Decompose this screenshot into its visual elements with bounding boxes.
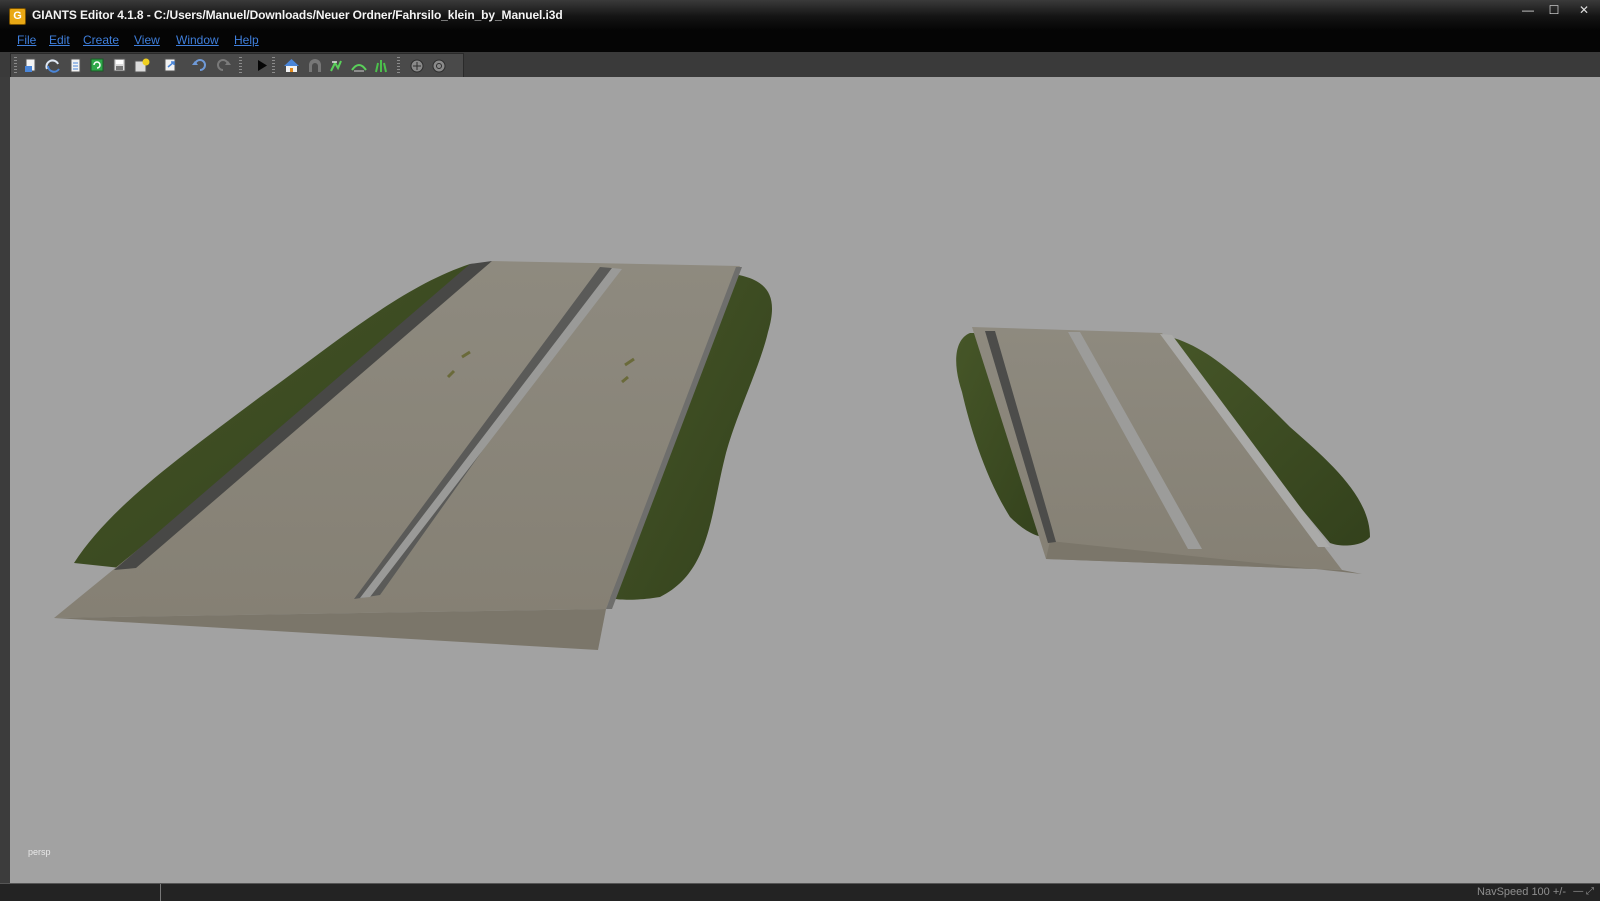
- redo-icon[interactable]: [214, 57, 231, 74]
- viewport-left-border: [0, 77, 10, 883]
- minimize-button[interactable]: —: [1516, 3, 1540, 18]
- giants-app-icon: G: [9, 8, 26, 25]
- menu-bar: File Edit Create View Window Help: [0, 30, 1600, 52]
- menu-window[interactable]: Window: [176, 33, 219, 47]
- export-icon[interactable]: [162, 57, 179, 74]
- reload-icon[interactable]: [89, 57, 106, 74]
- document-icon[interactable]: [67, 57, 84, 74]
- open-file-icon[interactable]: [44, 57, 61, 74]
- resize-grip-icon[interactable]: — ⤢: [1573, 886, 1594, 897]
- menu-file[interactable]: File: [17, 33, 36, 47]
- menu-edit[interactable]: Edit: [49, 33, 70, 47]
- terrain-smooth-icon[interactable]: [350, 57, 367, 74]
- save-icon[interactable]: [111, 57, 128, 74]
- window-title: GIANTS Editor 4.1.8 - C:/Users/Manuel/Do…: [32, 8, 563, 22]
- close-button[interactable]: ✕: [1572, 3, 1596, 18]
- maximize-button[interactable]: ☐: [1542, 3, 1566, 18]
- home-icon[interactable]: [283, 57, 300, 74]
- terrain-paint-icon[interactable]: [328, 57, 345, 74]
- camera-label: persp: [28, 847, 51, 857]
- toolbar-grip[interactable]: [14, 57, 17, 74]
- scene-render: [54, 261, 1370, 650]
- gizmo-translate-icon[interactable]: [408, 57, 425, 74]
- gizmo-rotate-icon[interactable]: [430, 57, 447, 74]
- navspeed-readout: NavSpeed 100 +/-: [1477, 886, 1566, 898]
- close-icon: ✕: [1578, 3, 1590, 17]
- status-bar: NavSpeed 100 +/- — ⤢: [0, 883, 1600, 901]
- toolbar-separator: [397, 57, 400, 74]
- menu-help[interactable]: Help: [234, 33, 259, 47]
- small-silo-model: [956, 327, 1370, 574]
- foliage-paint-icon[interactable]: [372, 57, 389, 74]
- new-file-icon[interactable]: [22, 57, 39, 74]
- toolbar: [0, 52, 1600, 78]
- save-as-icon[interactable]: [133, 57, 150, 74]
- undo-icon[interactable]: [191, 57, 208, 74]
- title-bar: G GIANTS Editor 4.1.8 - C:/Users/Manuel/…: [0, 0, 1600, 30]
- toolbar-separator: [239, 57, 242, 74]
- status-divider: [160, 884, 161, 901]
- menu-view[interactable]: View: [134, 33, 160, 47]
- perspective-viewport[interactable]: persp: [10, 77, 1600, 883]
- arch-icon[interactable]: [306, 57, 323, 74]
- large-silo-model: [54, 261, 773, 650]
- toolbar-group: [10, 53, 464, 78]
- menu-create[interactable]: Create: [83, 33, 119, 47]
- toolbar-separator: [272, 57, 275, 74]
- minimize-icon: —: [1522, 3, 1534, 17]
- play-icon[interactable]: [253, 57, 270, 74]
- maximize-icon: ☐: [1548, 3, 1560, 17]
